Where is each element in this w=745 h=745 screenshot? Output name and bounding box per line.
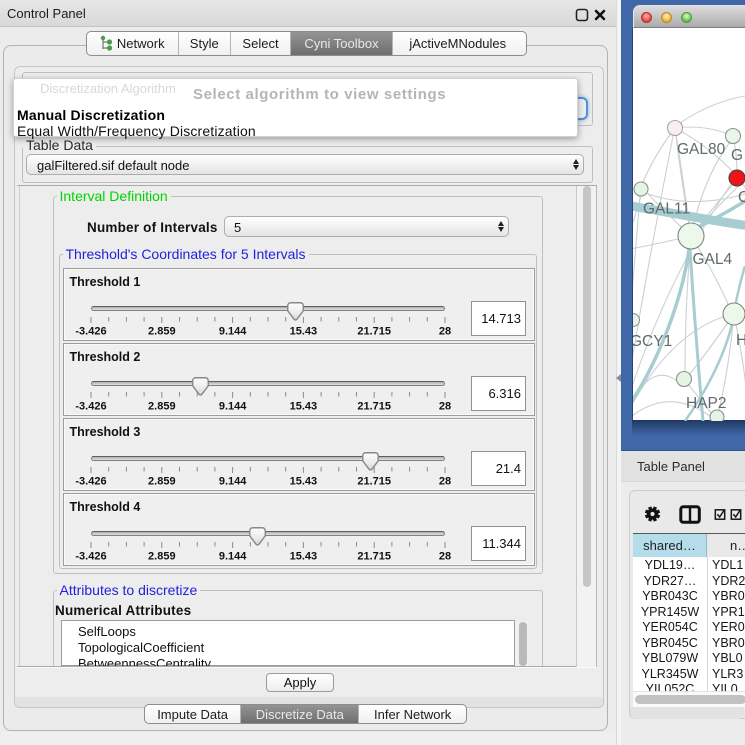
- svg-text:15.43: 15.43: [290, 400, 318, 412]
- svg-text:2.859: 2.859: [148, 550, 176, 562]
- svg-text:2.859: 2.859: [148, 400, 176, 412]
- svg-text:21.715: 21.715: [357, 325, 391, 337]
- svg-text:GAL11: GAL11: [643, 200, 690, 217]
- svg-text:GAL4: GAL4: [693, 251, 733, 268]
- svg-text:GAL80: GAL80: [677, 141, 726, 158]
- svg-text:21.715: 21.715: [357, 400, 391, 412]
- svg-text:HAP2: HAP2: [686, 395, 727, 412]
- svg-text:15.43: 15.43: [290, 325, 318, 337]
- svg-text:-3.426: -3.426: [75, 475, 106, 487]
- svg-text:-3.426: -3.426: [75, 325, 106, 337]
- svg-text:15.43: 15.43: [290, 475, 318, 487]
- svg-text:C…: C…: [738, 189, 745, 206]
- svg-text:21.715: 21.715: [357, 475, 391, 487]
- svg-text:H: H: [736, 332, 745, 349]
- svg-text:28: 28: [439, 325, 451, 337]
- svg-text:21.715: 21.715: [357, 550, 391, 562]
- svg-text:9.144: 9.144: [219, 475, 247, 487]
- svg-text:9.144: 9.144: [219, 550, 247, 562]
- svg-text:9.144: 9.144: [219, 400, 247, 412]
- svg-text:28: 28: [439, 475, 451, 487]
- svg-text:-3.426: -3.426: [75, 400, 106, 412]
- svg-text:2.859: 2.859: [148, 475, 176, 487]
- svg-text:-3.426: -3.426: [75, 550, 106, 562]
- svg-text:2.859: 2.859: [148, 325, 176, 337]
- svg-text:15.43: 15.43: [290, 550, 318, 562]
- svg-text:G…: G…: [731, 147, 745, 164]
- svg-text:9.144: 9.144: [219, 325, 247, 337]
- svg-text:28: 28: [439, 400, 451, 412]
- svg-text:28: 28: [439, 550, 451, 562]
- svg-text:GCY1: GCY1: [633, 333, 672, 350]
